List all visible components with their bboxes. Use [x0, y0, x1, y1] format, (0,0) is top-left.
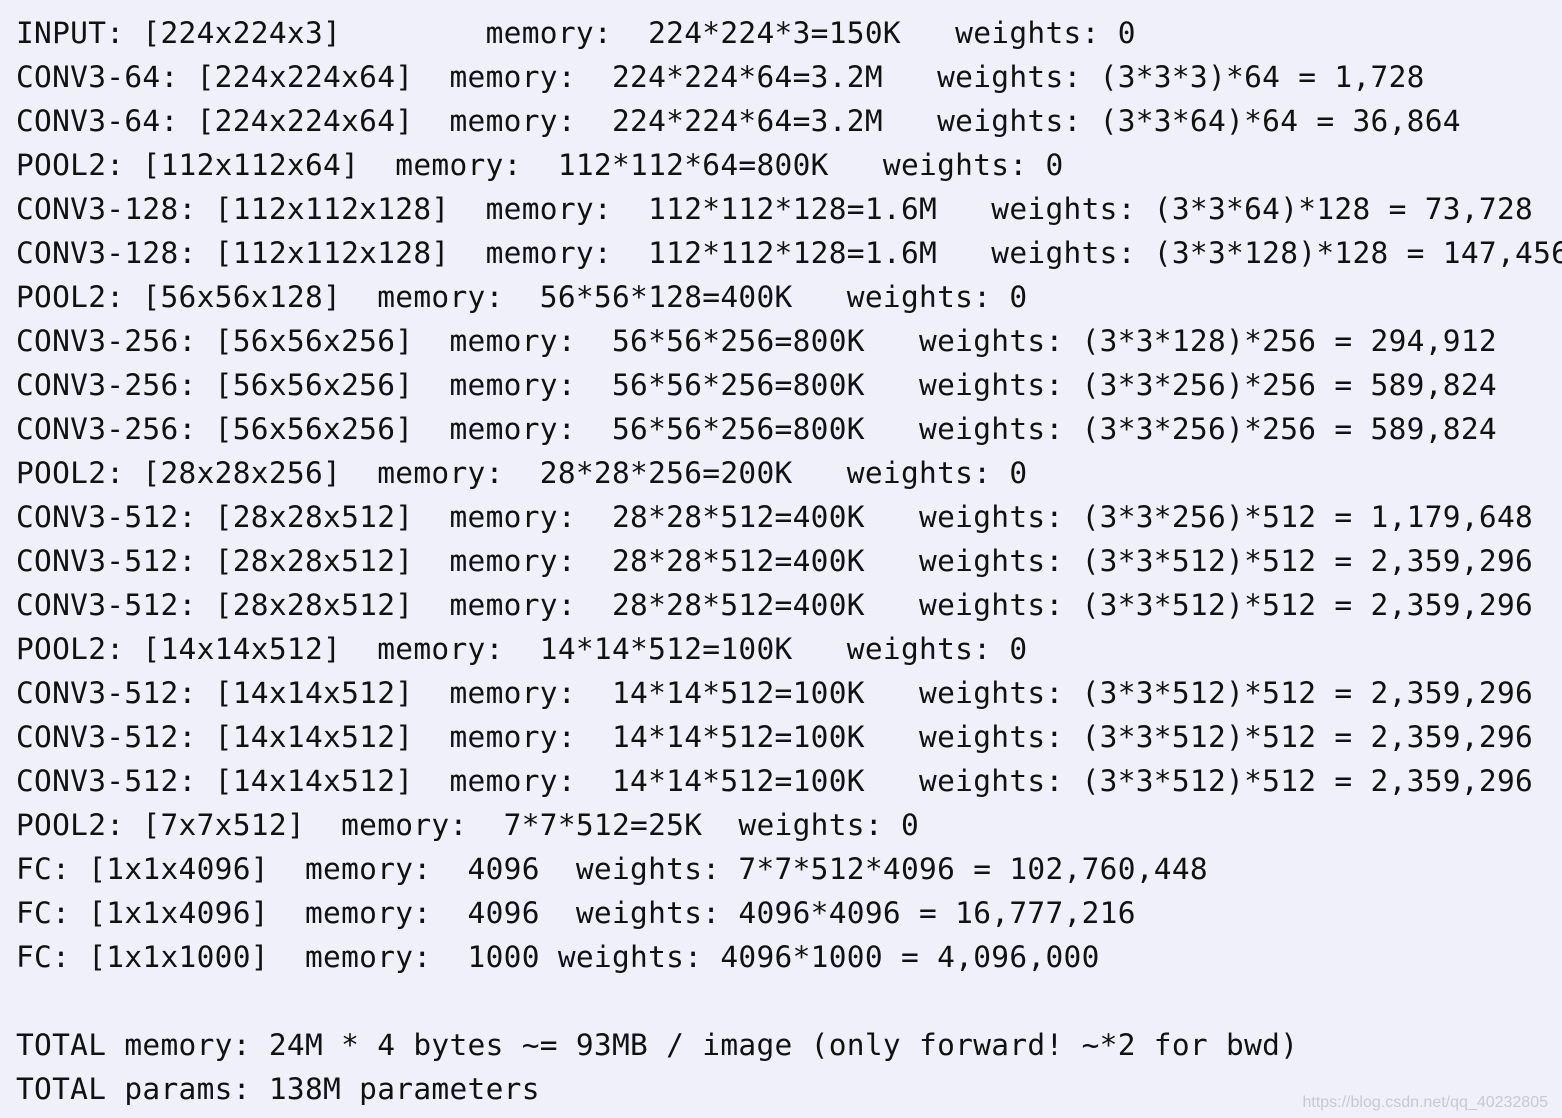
layer-row-conv3-128-1: CONV3-128: [112x112x128] memory: 112*112… — [16, 192, 1534, 226]
layer-row-conv3-64-2: CONV3-64: [224x224x64] memory: 224*224*6… — [16, 104, 1461, 138]
layer-row-conv3-512-1: CONV3-512: [28x28x512] memory: 28*28*512… — [16, 500, 1534, 534]
layer-row-pool2-2: POOL2: [56x56x128] memory: 56*56*128=400… — [16, 280, 1028, 314]
layer-row-conv3-512-6: CONV3-512: [14x14x512] memory: 14*14*512… — [16, 764, 1534, 798]
layer-row-conv3-64-1: CONV3-64: [224x224x64] memory: 224*224*6… — [16, 60, 1425, 94]
layer-row-conv3-256-1: CONV3-256: [56x56x256] memory: 56*56*256… — [16, 324, 1497, 358]
vgg-memory-table: INPUT: [224x224x3] memory: 224*224*3=150… — [16, 11, 1562, 1111]
layer-row-conv3-128-2: CONV3-128: [112x112x128] memory: 112*112… — [16, 236, 1562, 270]
layer-row-pool2-3: POOL2: [28x28x256] memory: 28*28*256=200… — [16, 456, 1028, 490]
layer-row-fc-2: FC: [1x1x4096] memory: 4096 weights: 409… — [16, 896, 1136, 930]
layer-row-conv3-512-5: CONV3-512: [14x14x512] memory: 14*14*512… — [16, 720, 1534, 754]
layer-row-pool2-4: POOL2: [14x14x512] memory: 14*14*512=100… — [16, 632, 1028, 666]
source-watermark: https://blog.csdn.net/qq_40232805 — [1302, 1094, 1548, 1111]
layer-row-conv3-256-2: CONV3-256: [56x56x256] memory: 56*56*256… — [16, 368, 1497, 402]
layer-row-pool2-1: POOL2: [112x112x64] memory: 112*112*64=8… — [16, 148, 1064, 182]
layer-row-input: INPUT: [224x224x3] memory: 224*224*3=150… — [16, 16, 1136, 50]
total-memory-line: TOTAL memory: 24M * 4 bytes ~= 93MB / im… — [16, 1028, 1299, 1062]
layer-row-fc-1: FC: [1x1x4096] memory: 4096 weights: 7*7… — [16, 852, 1208, 886]
layer-row-conv3-512-3: CONV3-512: [28x28x512] memory: 28*28*512… — [16, 588, 1534, 622]
layer-row-pool2-5: POOL2: [7x7x512] memory: 7*7*512=25K wei… — [16, 808, 920, 842]
layer-row-conv3-512-2: CONV3-512: [28x28x512] memory: 28*28*512… — [16, 544, 1534, 578]
layer-row-conv3-512-4: CONV3-512: [14x14x512] memory: 14*14*512… — [16, 676, 1534, 710]
layer-row-conv3-256-3: CONV3-256: [56x56x256] memory: 56*56*256… — [16, 412, 1497, 446]
layer-row-fc-3: FC: [1x1x1000] memory: 1000 weights: 409… — [16, 940, 1100, 974]
